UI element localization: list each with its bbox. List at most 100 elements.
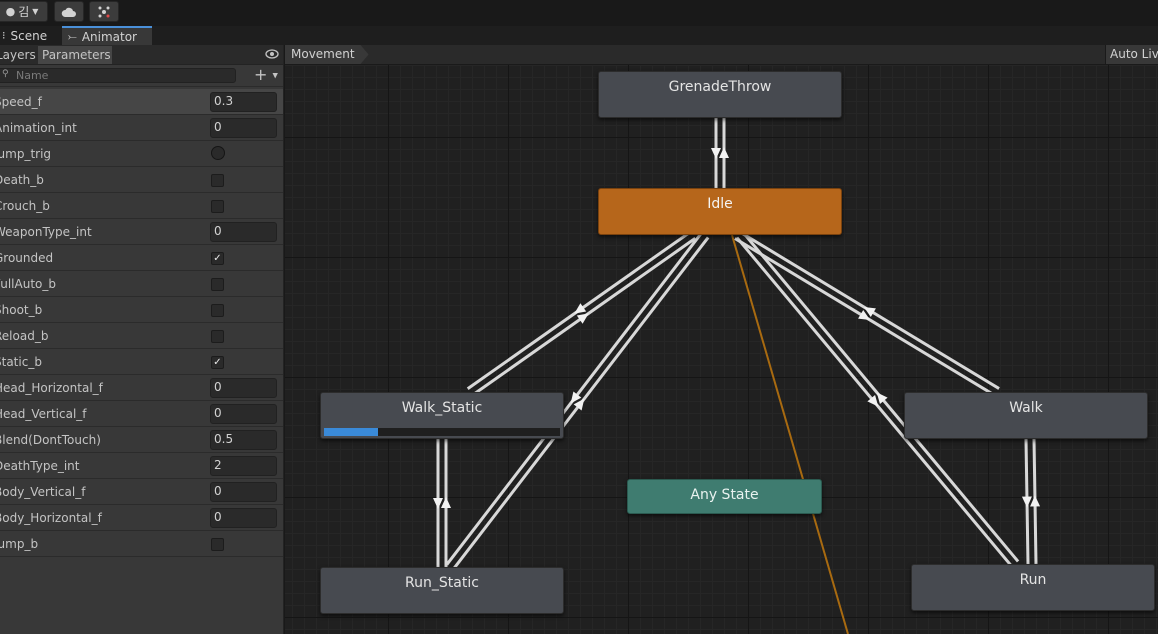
state-run-static-label: Run_Static: [405, 575, 479, 591]
cloud-button[interactable]: [54, 1, 84, 22]
parameter-value-field[interactable]: 0: [210, 482, 277, 502]
parameter-checkbox[interactable]: [211, 304, 224, 317]
checkmark-icon: ✓: [213, 253, 222, 264]
account-label: 김: [18, 5, 30, 19]
animator-icon: ⤚: [68, 29, 77, 43]
parameter-search-input[interactable]: ⚲ Name: [0, 68, 236, 83]
parameter-name: Static_b: [0, 355, 42, 369]
parameter-row[interactable]: Reload_b: [0, 323, 283, 349]
parameter-row[interactable]: Head_Vertical_f 0: [0, 401, 283, 427]
state-run[interactable]: Run: [911, 564, 1155, 611]
state-any-state[interactable]: Any State: [627, 479, 822, 514]
parameter-value-field[interactable]: 2: [210, 456, 277, 476]
tab-parameters[interactable]: Parameters: [38, 46, 112, 64]
add-parameter-label: +: [254, 65, 268, 84]
parameter-row[interactable]: Shoot_b: [0, 297, 283, 323]
parameter-row[interactable]: Static_b ✓: [0, 349, 283, 375]
parameter-checkbox[interactable]: [211, 538, 224, 551]
tab-animator-label: Animator: [81, 29, 137, 44]
scene-icon: ⁝: [2, 29, 6, 42]
parameter-name: Body_Vertical_f: [0, 485, 86, 499]
tab-animator[interactable]: ⤚ Animator: [62, 26, 152, 45]
state-idle[interactable]: Idle: [598, 188, 842, 235]
account-icon: ●: [5, 5, 16, 18]
search-placeholder: Name: [16, 69, 49, 82]
state-any-state-label: Any State: [690, 487, 759, 503]
parameter-name: Jump_trig: [0, 147, 52, 161]
state-walk-static-label: Walk_Static: [401, 400, 483, 416]
parameter-value-field[interactable]: 0.5: [210, 430, 277, 450]
parameter-name: Shoot_b: [0, 303, 43, 317]
tab-scene[interactable]: ⁝ Scene: [0, 26, 62, 45]
graph-breadcrumb-bar: Movement Auto Live Link: [285, 45, 1158, 65]
collab-icon: [98, 6, 110, 17]
state-walk[interactable]: Walk: [904, 392, 1148, 439]
parameter-checkbox[interactable]: [211, 278, 224, 291]
editor-tab-bar: ⁝ Scene ⤚ Animator: [0, 26, 1158, 45]
parameter-name: Crouch_b: [0, 199, 50, 213]
parameter-row[interactable]: WeaponType_int 0: [0, 219, 283, 245]
parameter-name: Head_Horizontal_f: [0, 381, 103, 395]
state-grenadethrow[interactable]: GrenadeThrow: [598, 71, 842, 118]
checkmark-icon: ✓: [213, 357, 222, 368]
account-dropdown[interactable]: ● 김 ▼: [0, 1, 48, 22]
panel-tab-bar: Layers Parameters: [0, 45, 283, 65]
search-icon: ⚲: [2, 69, 9, 79]
parameter-name: Body_Horizontal_f: [0, 511, 102, 525]
auto-live-link-toggle[interactable]: Auto Live Link: [1105, 45, 1158, 64]
parameter-row[interactable]: Blend(DontTouch) 0.5: [0, 427, 283, 453]
cloud-icon: [61, 7, 76, 17]
parameter-checkbox[interactable]: ✓: [211, 252, 224, 265]
state-grenadethrow-label: GrenadeThrow: [668, 79, 772, 95]
parameter-row[interactable]: DeathType_int 2: [0, 453, 283, 479]
collab-button[interactable]: [89, 1, 119, 22]
parameter-row[interactable]: Crouch_b: [0, 193, 283, 219]
state-progress-fill: [324, 428, 379, 436]
parameter-value-field[interactable]: 0.3: [210, 92, 277, 112]
breadcrumb-movement[interactable]: Movement: [285, 45, 369, 64]
parameter-value-field[interactable]: 0: [210, 118, 277, 138]
state-walk-static[interactable]: Walk_Static: [320, 392, 564, 439]
parameter-checkbox[interactable]: ✓: [211, 356, 224, 369]
parameter-row[interactable]: Jump_trig: [0, 141, 283, 167]
parameter-name: Speed_f: [0, 95, 42, 109]
animator-graph[interactable]: GrenadeThrow Idle Walk_Static Walk Any S…: [285, 45, 1158, 634]
parameter-row[interactable]: Grounded ✓: [0, 245, 283, 271]
state-run-static[interactable]: Run_Static: [320, 567, 564, 614]
parameter-checkbox[interactable]: [211, 174, 224, 187]
eye-icon[interactable]: [265, 49, 279, 59]
parameters-panel: Layers Parameters ⚲ Name + ▼ Speed_f 0.3 A…: [0, 45, 284, 634]
tab-layers[interactable]: Layers: [0, 46, 36, 64]
parameter-checkbox[interactable]: [211, 330, 224, 343]
parameter-name: Head_Vertical_f: [0, 407, 87, 421]
tab-scene-label: Scene: [10, 28, 48, 43]
parameter-name: Animation_int: [0, 121, 77, 135]
parameter-name: Blend(DontTouch): [0, 433, 101, 447]
state-idle-label: Idle: [707, 196, 733, 212]
parameter-value-field[interactable]: 0: [210, 508, 277, 528]
parameter-name: Death_b: [0, 173, 44, 187]
parameter-row[interactable]: Body_Horizontal_f 0: [0, 505, 283, 531]
add-parameter-button[interactable]: + ▼: [254, 66, 282, 84]
state-run-label: Run: [1019, 572, 1047, 588]
top-toolbar: ● 김 ▼: [0, 0, 1158, 26]
transition-layer: [433, 118, 1041, 634]
parameter-row[interactable]: Head_Horizontal_f 0: [0, 375, 283, 401]
parameter-name: DeathType_int: [0, 459, 80, 473]
parameter-trigger[interactable]: [211, 146, 225, 160]
parameter-row[interactable]: Body_Vertical_f 0: [0, 479, 283, 505]
parameter-checkbox[interactable]: [211, 200, 224, 213]
parameter-value-field[interactable]: 0: [210, 222, 277, 242]
parameter-row[interactable]: Jump_b: [0, 531, 283, 557]
parameter-name: Jump_b: [0, 537, 39, 551]
parameter-value-field[interactable]: 0: [210, 378, 277, 398]
parameter-value-field[interactable]: 0: [210, 404, 277, 424]
state-walk-label: Walk: [1009, 400, 1043, 416]
parameter-row[interactable]: Animation_int 0: [0, 115, 283, 141]
parameter-name: WeaponType_int: [0, 225, 92, 239]
parameter-name: FullAuto_b: [0, 277, 56, 291]
parameter-row[interactable]: Speed_f 0.3: [0, 89, 283, 115]
parameter-row[interactable]: FullAuto_b: [0, 271, 283, 297]
parameter-row[interactable]: Death_b: [0, 167, 283, 193]
chevron-down-icon: ▼: [272, 71, 278, 80]
